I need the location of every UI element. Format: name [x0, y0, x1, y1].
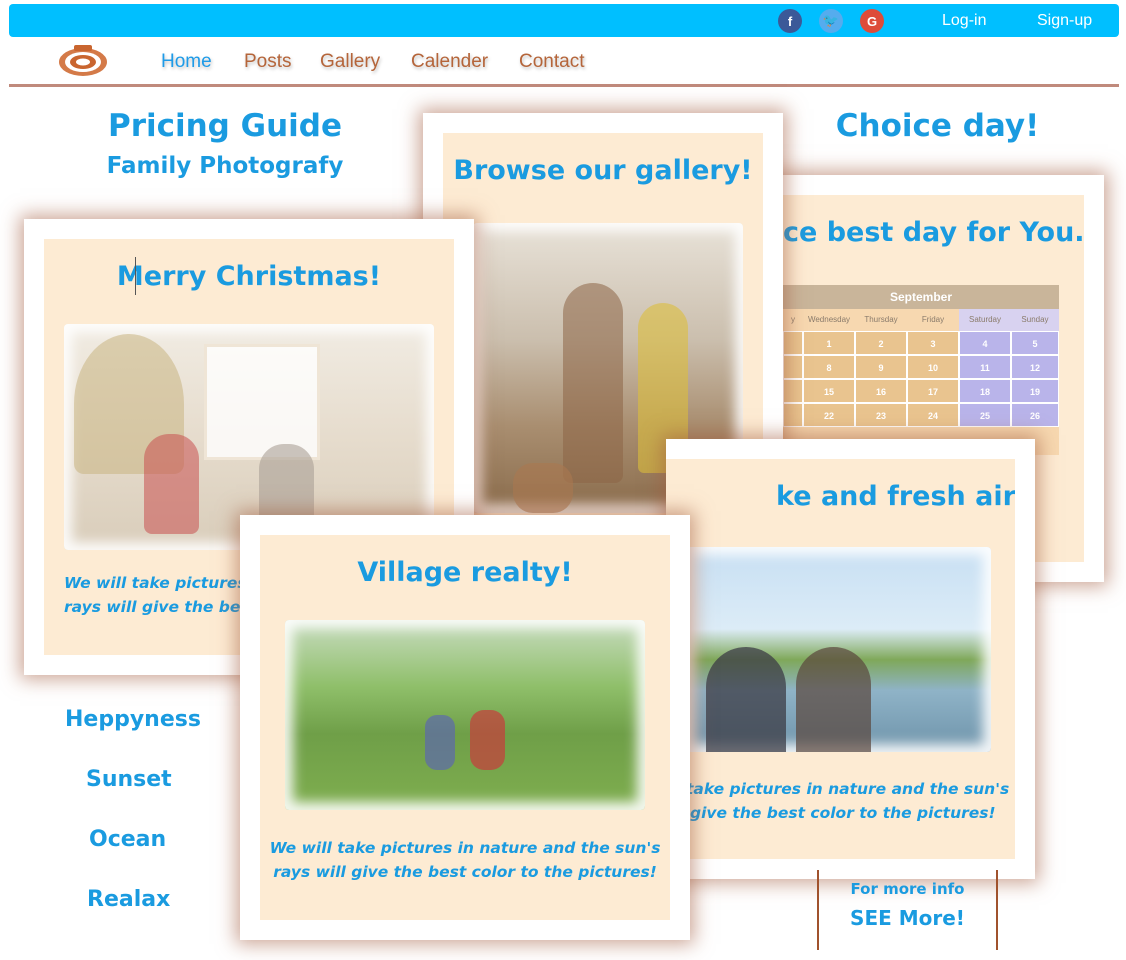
see-more-link[interactable]: SEE More! [819, 906, 996, 930]
calendar-day[interactable]: 15 [803, 379, 855, 403]
calendar-grid: 1 2 3 4 5 8 9 10 11 12 15 16 17 18 19 22 23 24 25 26 [783, 331, 1059, 427]
calendar-day[interactable]: 18 [959, 379, 1011, 403]
more-info-label: For more info [850, 880, 965, 898]
calendar-day[interactable]: 3 [907, 331, 959, 355]
calendar-days-header: y Wednesday Thursday Friday Saturday Sun… [783, 309, 1059, 331]
pricing-title: Pricing Guide [107, 108, 343, 144]
calendar-day[interactable]: 19 [1011, 379, 1059, 403]
calendar-month: September [783, 285, 1059, 309]
nav-gallery[interactable]: Gallery [320, 51, 380, 73]
village-card[interactable]: Village realty! We will take pictures in… [240, 515, 690, 940]
facebook-icon[interactable]: f [778, 9, 802, 33]
sidelink-ocean[interactable]: Ocean [89, 827, 166, 852]
nav-home[interactable]: Home [161, 51, 212, 73]
gallery-card-title: Browse our gallery! [453, 155, 753, 186]
calendar-day[interactable]: 22 [803, 403, 855, 427]
day-header: Sunday [1011, 309, 1059, 331]
calendar-day[interactable]: 5 [1011, 331, 1059, 355]
calendar-row: 12345 [783, 331, 1059, 355]
calendar-day[interactable]: 26 [1011, 403, 1059, 427]
calendar-day[interactable]: 17 [907, 379, 959, 403]
nav-divider [9, 84, 1119, 87]
sidelink-sunset[interactable]: Sunset [86, 767, 172, 792]
more-info-box: For more info SEE More! [817, 870, 998, 950]
fresh-air-text-line1: take pictures in nature and the sun's [686, 780, 1010, 798]
login-link[interactable]: Log-in [942, 12, 986, 30]
nav-contact[interactable]: Contact [519, 51, 584, 73]
google-icon[interactable]: G [860, 9, 884, 33]
logo-icon[interactable] [56, 44, 110, 78]
calendar-row: 15 16 17 18 19 [783, 379, 1059, 403]
village-text-line1: We will take pictures in nature and the … [269, 839, 661, 857]
calendar-day[interactable]: 2 [855, 331, 907, 355]
fresh-air-card[interactable]: ke and fresh air! take pictures in natur… [666, 439, 1035, 879]
calendar-day[interactable] [783, 355, 803, 379]
calendar-day[interactable]: 10 [907, 355, 959, 379]
calendar-day[interactable]: 23 [855, 403, 907, 427]
calendar-day[interactable] [783, 379, 803, 403]
pricing-subtitle: Family Photografy [106, 153, 344, 179]
calendar-widget: September y Wednesday Thursday Friday Sa… [783, 285, 1059, 455]
village-photo [285, 620, 645, 810]
fresh-air-card-title: ke and fresh air! [776, 481, 1015, 512]
twitter-icon[interactable]: 🐦 [819, 9, 843, 33]
calendar-row: 22 23 24 25 26 [783, 403, 1059, 427]
fresh-air-text-line2: give the best color to the pictures! [690, 804, 996, 822]
village-card-title: Village realty! [357, 557, 573, 588]
text-cursor [135, 257, 136, 295]
christmas-text-line1: We will take pictures in [64, 574, 269, 592]
village-text-line2: rays will give the best color to the pic… [273, 863, 657, 881]
calendar-day[interactable]: 25 [959, 403, 1011, 427]
day-header: Saturday [959, 309, 1011, 331]
sidelink-realax[interactable]: Realax [87, 887, 170, 912]
calendar-row: 8 9 10 11 12 [783, 355, 1059, 379]
calendar-day[interactable]: 9 [855, 355, 907, 379]
calendar-day[interactable]: 1 [803, 331, 855, 355]
choice-title: Choice day! [835, 108, 1040, 144]
nav-calender[interactable]: Calender [411, 51, 488, 73]
day-header: y [791, 315, 795, 324]
calendar-day[interactable]: 11 [959, 355, 1011, 379]
calendar-day[interactable]: 24 [907, 403, 959, 427]
calendar-day[interactable] [783, 331, 803, 355]
calendar-day[interactable]: 8 [803, 355, 855, 379]
calendar-card-title: ce best day for You. [783, 217, 1084, 248]
christmas-card-title: Merry Christmas! [116, 261, 382, 292]
calendar-day[interactable]: 12 [1011, 355, 1059, 379]
nav-posts[interactable]: Posts [244, 51, 292, 73]
calendar-day[interactable]: 16 [855, 379, 907, 403]
calendar-day[interactable]: 4 [959, 331, 1011, 355]
signup-link[interactable]: Sign-up [1037, 12, 1092, 30]
lake-photo [686, 547, 991, 752]
calendar-day[interactable] [783, 403, 803, 427]
sidelink-heppyness[interactable]: Heppyness [65, 707, 201, 732]
day-header: Wednesday [807, 315, 851, 324]
day-header: Thursday [864, 315, 898, 324]
day-header: Friday [921, 315, 945, 324]
